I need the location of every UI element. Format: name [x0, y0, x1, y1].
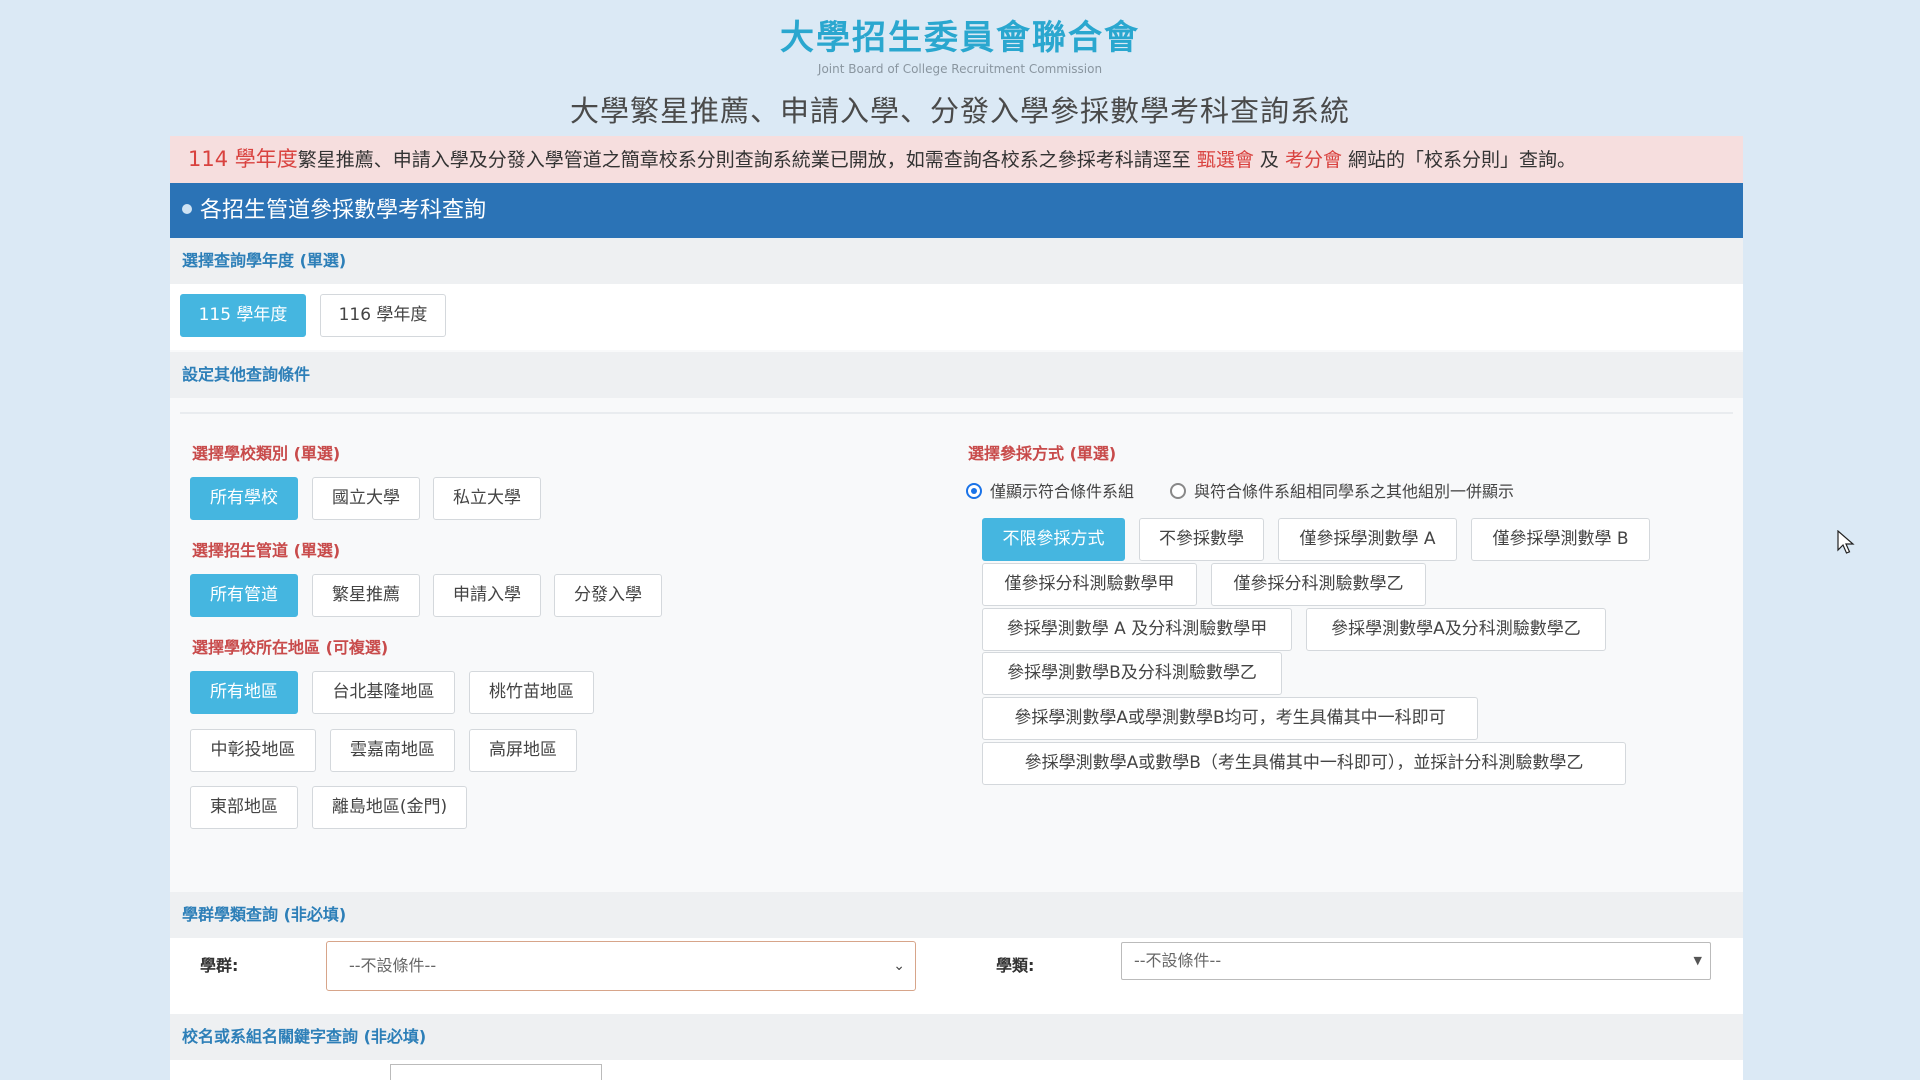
adoption-any[interactable]: 不限參採方式 — [982, 518, 1125, 561]
school-type-private[interactable]: 私立大學 — [433, 477, 541, 520]
year-option-115[interactable]: 115 學年度 — [180, 294, 306, 337]
adoption-ast-b[interactable]: 僅參採分科測驗數學乙 — [1211, 563, 1426, 606]
channel-star[interactable]: 繁星推薦 — [312, 574, 420, 617]
region-label: 選擇學校所在地區 (可複選) — [192, 638, 389, 657]
region-east[interactable]: 東部地區 — [190, 786, 298, 829]
adoption-gsat-a-or-b-ast-b[interactable]: 參採學測數學A或數學B（考生具備其中一科即可），並採計分科測驗數學乙 — [982, 742, 1626, 785]
divider — [180, 412, 1733, 414]
year-section-body: 115 學年度 116 學年度 — [170, 284, 1743, 350]
school-type-label: 選擇學校類別 (單選) — [192, 444, 341, 463]
adoption-gsat-a-or-b[interactable]: 參採學測數學A或學測數學B均可，考生具備其中一科即可 — [982, 697, 1478, 740]
adoption-gsat-b[interactable]: 僅參採學測數學 B — [1471, 518, 1650, 561]
keyword-section-body — [170, 1060, 1743, 1080]
region-south[interactable]: 雲嘉南地區 — [330, 729, 455, 772]
org-title[interactable]: 大學招生委員會聯合會 — [0, 10, 1920, 59]
channel-apply[interactable]: 申請入學 — [433, 574, 541, 617]
notice-text-1: 繁星推薦、申請入學及分發入學管道之簡章校系分則查詢系統業已開放，如需查詢各校系之… — [297, 149, 1191, 171]
category-select[interactable]: --不設條件-- ▼ — [1121, 942, 1711, 980]
adoption-label: 選擇參採方式 (單選) — [968, 444, 1117, 463]
caret-down-icon: ▼ — [1693, 954, 1702, 967]
adoption-ast-a[interactable]: 僅參採分科測驗數學甲 — [982, 563, 1197, 606]
adoption-gsat-a[interactable]: 僅參採學測數學 A — [1278, 518, 1457, 561]
discipline-section-heading: 學群學類查詢 (非必填) — [170, 892, 1743, 938]
year-option-116[interactable]: 116 學年度 — [320, 294, 446, 337]
notice-banner: 114 學年度繁星推薦、申請入學及分發入學管道之簡章校系分則查詢系統業已開放，如… — [170, 136, 1743, 183]
radio-include-others[interactable]: 與符合條件系組相同學系之其他組別一併顯示 — [1170, 478, 1514, 502]
channel-distribute[interactable]: 分發入學 — [554, 574, 662, 617]
notice-text-2: 網站的「校系分則」查詢。 — [1348, 149, 1577, 171]
radio-only-matching[interactable]: 僅顯示符合條件系組 — [966, 478, 1134, 502]
radio-only-matching-label: 僅顯示符合條件系組 — [990, 482, 1135, 501]
school-type-all[interactable]: 所有學校 — [190, 477, 298, 520]
radio-checked-icon[interactable] — [966, 482, 982, 499]
notice-and: 及 — [1259, 149, 1279, 171]
school-type-national[interactable]: 國立大學 — [312, 477, 420, 520]
notice-link-selection[interactable]: 甄選會 — [1197, 149, 1254, 171]
region-taipei[interactable]: 台北基隆地區 — [312, 671, 455, 714]
adoption-gsat-a-ast-a[interactable]: 參採學測數學 A 及分科測驗數學甲 — [982, 608, 1292, 651]
section-title: 各招生管道參採數學考科查詢 — [200, 198, 487, 223]
region-islands[interactable]: 離島地區(金門) — [312, 786, 467, 829]
category-select-value: --不設條件-- — [1134, 951, 1222, 970]
channel-label: 選擇招生管道 (單選) — [192, 541, 341, 560]
group-select-value: --不設條件-- — [349, 956, 437, 975]
category-label: 學類: — [996, 956, 1035, 975]
channel-all[interactable]: 所有管道 — [190, 574, 298, 617]
radio-include-others-label: 與符合條件系組相同學系之其他組別一併顯示 — [1194, 482, 1515, 501]
other-conditions-heading: 設定其他查詢條件 — [170, 352, 1743, 398]
mouse-cursor-icon — [1837, 530, 1855, 554]
adoption-none[interactable]: 不參採數學 — [1139, 518, 1264, 561]
org-subtitle: Joint Board of College Recruitment Commi… — [817, 62, 1103, 76]
keyword-section-heading: 校名或系組名關鍵字查詢 (非必填) — [170, 1014, 1743, 1060]
bullet-icon — [182, 204, 192, 214]
region-central[interactable]: 中彰投地區 — [190, 729, 316, 772]
notice-year: 114 學年度 — [188, 147, 298, 171]
region-taoyuan[interactable]: 桃竹苗地區 — [469, 671, 594, 714]
group-select[interactable]: --不設條件-- ⌄ — [326, 941, 916, 991]
radio-unchecked-icon[interactable] — [1170, 482, 1186, 499]
region-all[interactable]: 所有地區 — [190, 671, 298, 714]
adoption-gsat-b-ast-b[interactable]: 參採學測數學B及分科測驗數學乙 — [982, 652, 1282, 695]
section-title-bar: 各招生管道參採數學考科查詢 — [170, 183, 1743, 238]
group-label: 學群: — [200, 956, 239, 975]
adoption-gsat-a-ast-b[interactable]: 參採學測數學A及分科測驗數學乙 — [1306, 608, 1606, 651]
keyword-input[interactable] — [390, 1064, 602, 1080]
region-kaoping[interactable]: 高屏地區 — [469, 729, 577, 772]
system-title: 大學繁星推薦、申請入學、分發入學參採數學考科查詢系統 — [569, 94, 1350, 128]
chevron-down-icon: ⌄ — [893, 958, 905, 974]
notice-link-exam[interactable]: 考分會 — [1285, 149, 1342, 171]
discipline-section-body: 學群: --不設條件-- ⌄ 學類: --不設條件-- ▼ — [170, 938, 1743, 1014]
year-section-heading: 選擇查詢學年度 (單選) — [170, 238, 1743, 284]
main-panel: 114 學年度繁星推薦、申請入學及分發入學管道之簡章校系分則查詢系統業已開放，如… — [170, 136, 1743, 1080]
